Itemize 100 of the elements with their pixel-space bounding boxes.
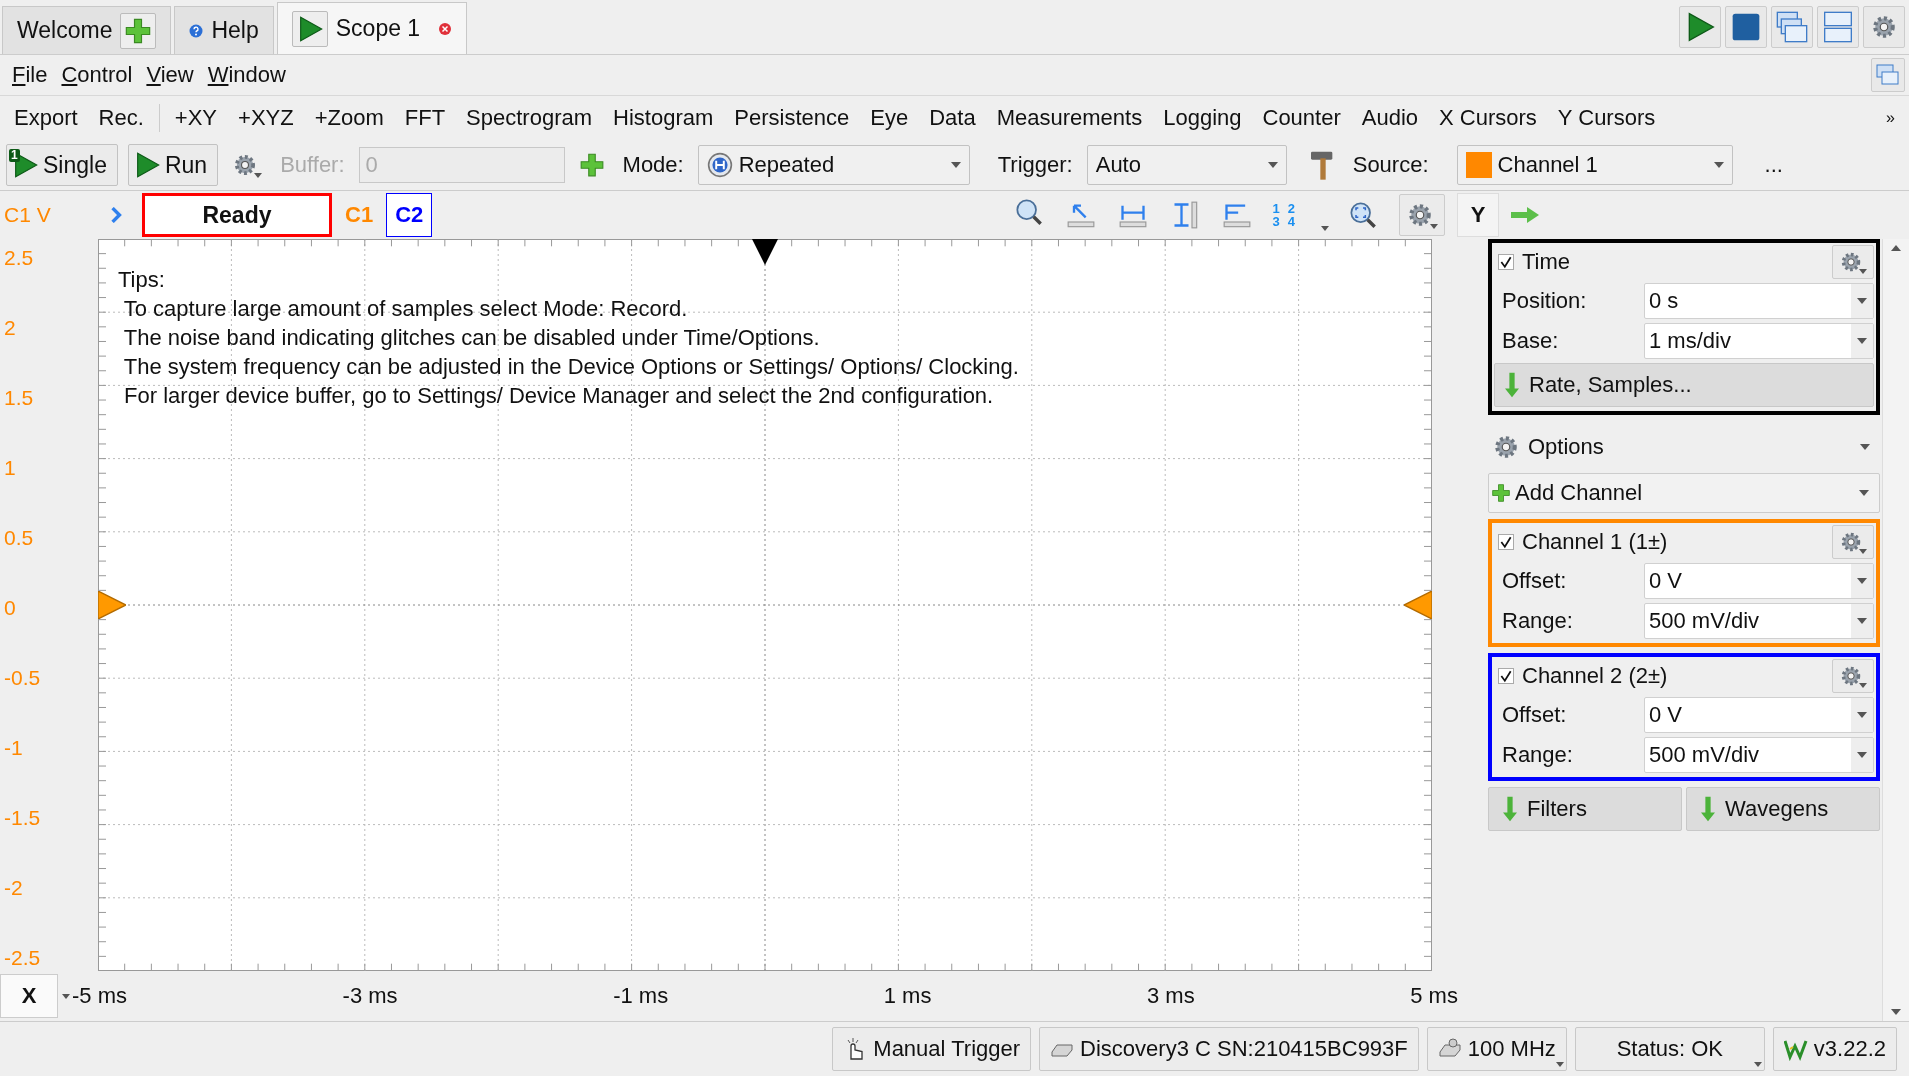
run-button[interactable]: Run xyxy=(127,144,219,186)
dropdown-field[interactable]: 1 ms/div xyxy=(1644,323,1874,359)
stop-button[interactable] xyxy=(1725,6,1767,48)
status-item[interactable]: Status: OK xyxy=(1574,1027,1765,1071)
help-icon xyxy=(189,23,204,38)
toolbar-item[interactable]: Y Cursors xyxy=(1557,105,1656,131)
tip-text: The system frequency can be adjusted in the Device Options or Settings/ Options/ Clocking. xyxy=(122,353,1019,381)
arrow-down-icon xyxy=(1503,796,1517,822)
trigger-label: Trigger: xyxy=(996,152,1074,178)
status-item[interactable]: 100 MHz xyxy=(1426,1027,1567,1071)
settings-icon[interactable] xyxy=(1492,433,1520,461)
toolbar-item[interactable]: Measurements xyxy=(996,105,1143,131)
settings-button[interactable] xyxy=(1399,194,1445,236)
checkbox[interactable] xyxy=(1498,534,1514,550)
settings-button[interactable] xyxy=(1832,245,1874,279)
toolbar-item[interactable]: Audio xyxy=(1361,105,1419,131)
split-icon xyxy=(1822,11,1854,43)
add-button[interactable] xyxy=(120,12,157,49)
toolbar-item[interactable]: Data xyxy=(929,105,976,131)
menu-item[interactable]: Window xyxy=(207,62,286,88)
settings-icon xyxy=(1839,250,1863,274)
close-icon[interactable] xyxy=(438,21,453,36)
checkbox[interactable] xyxy=(1498,668,1514,684)
panel-button[interactable]: Wavegens xyxy=(1686,787,1880,831)
field-label: Range: xyxy=(1502,608,1574,634)
y-axis-label: 0 xyxy=(4,595,17,621)
toolbar-item[interactable]: Histogram xyxy=(613,105,714,131)
field-label: Range: xyxy=(1502,742,1574,768)
trigger-level-marker[interactable] xyxy=(98,591,126,619)
y-axis-label: 1 xyxy=(4,455,17,481)
y-axis-label: -1 xyxy=(4,735,24,761)
tab[interactable]: Help xyxy=(174,6,274,54)
dropdown-field[interactable]: 500 mV/div xyxy=(1644,737,1874,773)
y-axis-label: -2.5 xyxy=(4,945,42,971)
mode-dropdown[interactable]: Repeated xyxy=(697,145,970,185)
trigger-position-marker[interactable] xyxy=(751,239,779,265)
y-axis-label: 0.5 xyxy=(4,525,35,551)
caret-icon xyxy=(1713,162,1724,168)
toolbar-item[interactable]: Counter xyxy=(1262,105,1341,131)
group-title: Channel 1 (1±) xyxy=(1522,529,1668,555)
menu-item[interactable]: Control xyxy=(61,62,133,88)
panel-button[interactable]: Filters xyxy=(1488,787,1682,831)
toolbar-item[interactable]: +XY xyxy=(174,105,218,131)
caret-icon xyxy=(1859,549,1867,554)
channel-tab[interactable]: C2 xyxy=(386,193,433,237)
status-item[interactable]: Manual Trigger xyxy=(832,1027,1032,1071)
more-button[interactable]: ... xyxy=(1764,152,1783,178)
dropdown-field[interactable]: 0 s xyxy=(1644,283,1874,319)
options-label[interactable]: Options xyxy=(1528,434,1604,460)
menu-item[interactable]: File xyxy=(12,62,48,88)
tab[interactable]: Welcome xyxy=(2,6,172,54)
chevron-icon[interactable] xyxy=(110,207,122,223)
status-item[interactable]: Discovery3 C SN:210415BC993F xyxy=(1039,1027,1419,1071)
caret-icon xyxy=(1430,224,1438,229)
caret-icon[interactable] xyxy=(1860,444,1870,450)
toolbar-item[interactable]: Spectrogram xyxy=(466,105,593,131)
settings-button[interactable] xyxy=(1832,525,1874,559)
run-button[interactable] xyxy=(1679,6,1721,48)
dropdown-field[interactable]: 0 V xyxy=(1644,563,1874,599)
settings-button[interactable] xyxy=(1832,659,1874,693)
toolbar-item[interactable]: FFT xyxy=(404,105,446,131)
y-axis-button[interactable]: Y xyxy=(1457,193,1499,237)
trigger-level-marker[interactable] xyxy=(1404,591,1432,619)
status-item[interactable]: v3.22.2 xyxy=(1772,1027,1897,1071)
caret-icon xyxy=(1857,298,1867,304)
settings-button[interactable] xyxy=(1863,6,1905,48)
tab[interactable]: Scope 1 xyxy=(276,2,468,54)
scrollbar[interactable] xyxy=(1882,239,1909,1021)
split-view-button[interactable] xyxy=(1817,6,1859,48)
cascade-windows-button[interactable] xyxy=(1771,6,1813,48)
toolbar-item[interactable]: Export xyxy=(14,105,78,131)
x-axis-label: 5 ms xyxy=(1410,983,1458,1009)
toolbar-item[interactable]: Eye xyxy=(870,105,909,131)
field-label: Offset: xyxy=(1502,568,1568,594)
caret-icon[interactable] xyxy=(1321,225,1329,231)
checkbox[interactable] xyxy=(1498,254,1514,270)
plus-icon xyxy=(578,152,605,178)
toolbar-item[interactable]: Rec. xyxy=(98,105,144,131)
single-button[interactable]: 1 Single xyxy=(6,144,118,186)
toolbar-item[interactable]: X Cursors xyxy=(1439,105,1537,131)
rate-samples-button[interactable]: Rate, Samples... xyxy=(1494,363,1874,407)
toolbar-item[interactable]: +Zoom xyxy=(314,105,384,131)
toolbar-item[interactable]: Logging xyxy=(1163,105,1242,131)
add-channel-button[interactable]: Add Channel xyxy=(1488,473,1880,513)
toolbar-item[interactable]: Persistence xyxy=(734,105,850,131)
caret-icon xyxy=(1891,1009,1901,1015)
toolbar-item[interactable]: +XYZ xyxy=(238,105,294,131)
menu-item[interactable]: View xyxy=(146,62,194,88)
field-label: Base: xyxy=(1502,328,1560,354)
caret-icon xyxy=(1857,338,1867,344)
source-dropdown[interactable]: Channel 1 xyxy=(1456,145,1733,185)
overflow-button[interactable]: » xyxy=(1886,109,1895,127)
caret-icon[interactable] xyxy=(62,993,70,999)
x-axis-button[interactable]: X xyxy=(0,974,58,1018)
settings-icon xyxy=(1406,201,1434,229)
run-button[interactable] xyxy=(291,10,328,47)
dropdown-field[interactable]: 0 V xyxy=(1644,697,1874,733)
zoom-fit-icon[interactable] xyxy=(1349,201,1377,229)
dropdown-field[interactable]: 500 mV/div xyxy=(1644,603,1874,639)
trigger-dropdown[interactable]: Auto xyxy=(1086,145,1287,185)
